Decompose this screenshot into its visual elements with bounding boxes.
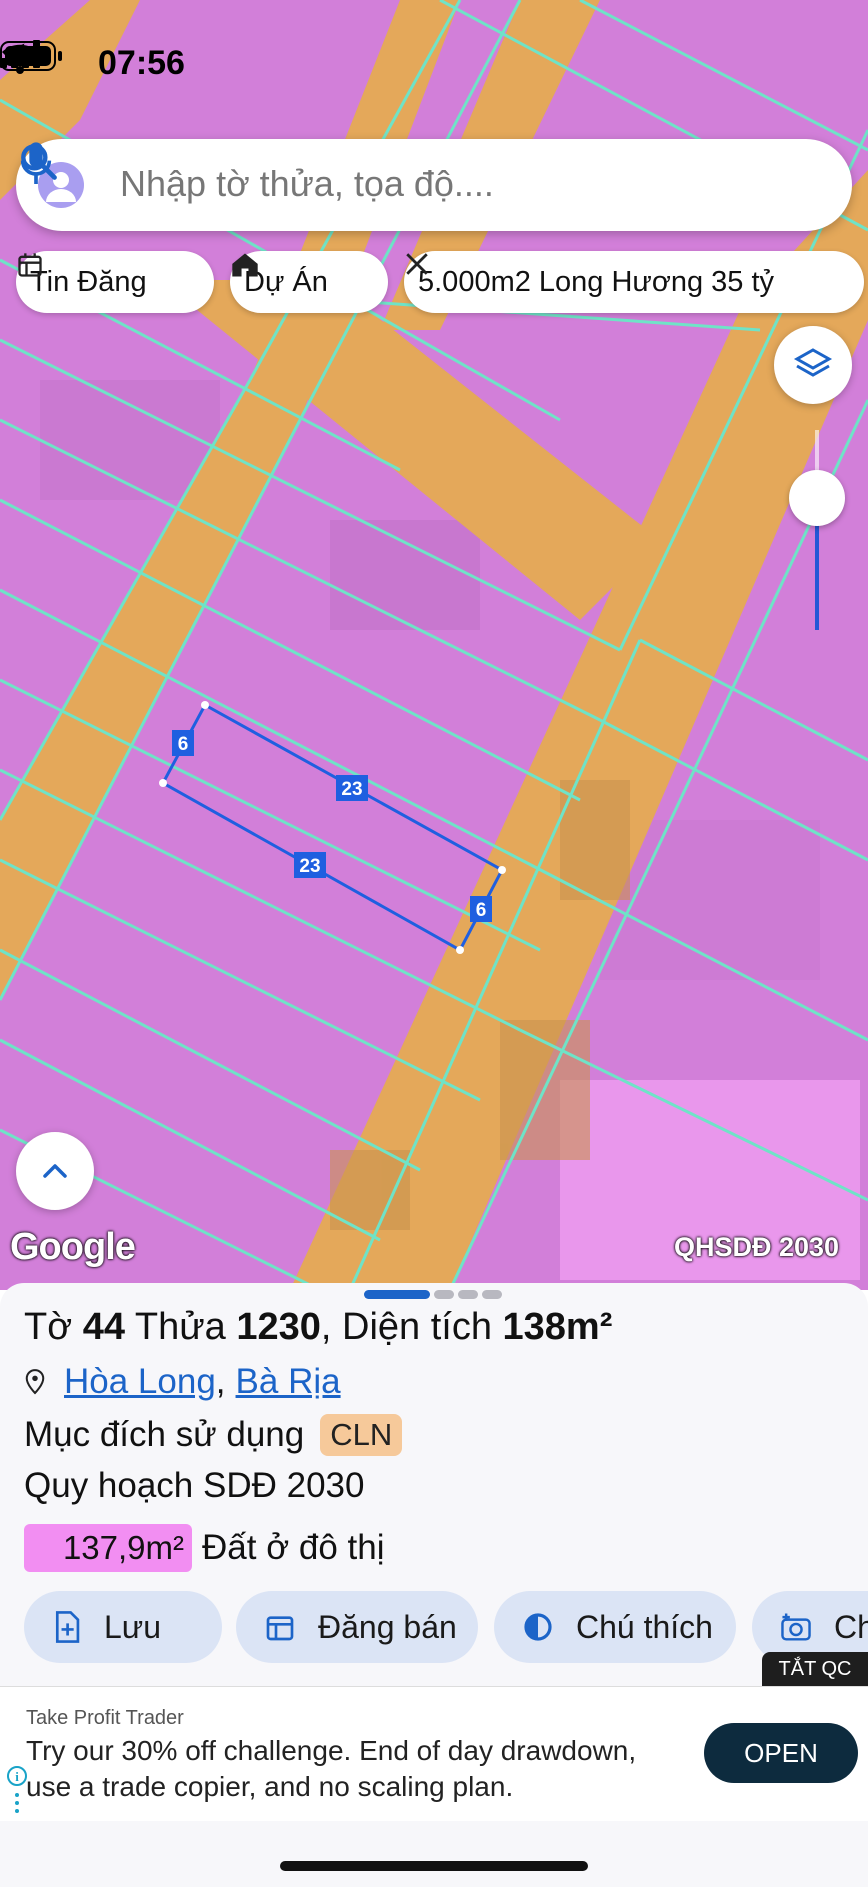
sheet-number: 44	[82, 1306, 125, 1348]
ad-text[interactable]: Try our 30% off challenge. End of day dr…	[26, 1733, 686, 1805]
house-icon	[232, 253, 258, 277]
ad-info-icon[interactable]: i	[6, 1765, 28, 1815]
parcel-left-dimension: 6	[178, 734, 189, 755]
plan-area-badge: 137,9m²	[24, 1524, 192, 1572]
save-doc-icon	[55, 1611, 80, 1643]
battery-icon	[0, 41, 62, 71]
sheet-page-indicator[interactable]	[482, 1290, 502, 1299]
sheet-page-indicator[interactable]	[458, 1290, 478, 1299]
chip-listing[interactable]: 5.000m2 Long Hương 35 tỷ	[404, 251, 864, 313]
ruler-icon	[406, 253, 428, 275]
post-sale-button[interactable]: Đăng bán	[236, 1591, 478, 1663]
parcel-top-dimension: 23	[341, 779, 362, 800]
layers-button[interactable]	[774, 326, 852, 404]
status-bar: 07:56	[0, 40, 868, 90]
contrast-icon	[524, 1613, 552, 1641]
save-label: Lưu	[104, 1608, 162, 1645]
parcel-location: Hòa Long , Bà Rịa	[24, 1362, 341, 1402]
parcel-right-dimension: 6	[476, 900, 487, 921]
purpose-label: Mục đích sử dụng	[24, 1415, 305, 1454]
sheet-label: Tờ	[24, 1306, 73, 1348]
chip-du-an[interactable]: Dự Án	[230, 251, 388, 313]
calendar-icon	[18, 253, 42, 277]
sheet-page-indicator-active[interactable]	[364, 1290, 430, 1299]
comma-separator: ,	[215, 1362, 226, 1401]
ad-open-button[interactable]: OPEN	[704, 1723, 858, 1783]
parcel-label: Thửa	[134, 1306, 226, 1348]
layers-icon	[793, 348, 833, 377]
parcel-area: 138m²	[502, 1306, 613, 1348]
parcel-bottom-dimension: 23	[299, 856, 320, 877]
camera-label: Ch	[834, 1608, 868, 1645]
microphone-icon[interactable]	[16, 139, 56, 189]
parcel-number: 1230	[236, 1306, 321, 1348]
chevron-up-icon	[43, 1164, 67, 1178]
post-sale-label: Đăng bán	[318, 1608, 457, 1645]
sheet-page-indicator[interactable]	[434, 1290, 454, 1299]
search-input[interactable]: Nhập tờ thửa, tọa độ....	[120, 163, 494, 205]
ad-banner[interactable]: Take Profit Trader Try our 30% off chall…	[0, 1686, 868, 1821]
map-layer-label: QHSDĐ 2030	[674, 1232, 840, 1262]
home-indicator[interactable]	[280, 1861, 588, 1871]
google-logo: Google	[10, 1226, 136, 1268]
expand-sheet-button[interactable]	[16, 1132, 94, 1210]
legend-button[interactable]: Chú thích	[494, 1591, 736, 1663]
chip-label: 5.000m2 Long Hương 35 tỷ	[418, 265, 775, 298]
plan-use-label: Đất ở đô thị	[202, 1528, 385, 1567]
legend-label: Chú thích	[576, 1608, 713, 1645]
chip-label: Tin Đăng	[30, 265, 147, 298]
city-link[interactable]: Bà Rịa	[236, 1362, 341, 1402]
status-time: 07:56	[98, 44, 185, 82]
ward-link[interactable]: Hòa Long	[64, 1362, 216, 1402]
calendar-icon	[266, 1616, 294, 1641]
opacity-slider-knob[interactable]	[789, 470, 845, 526]
camera-icon	[781, 1613, 811, 1641]
parcel-title: Tờ 44 Thửa 1230, Diện tích 138m²	[24, 1306, 612, 1349]
search-bar[interactable]: Nhập tờ thửa, tọa độ....	[16, 139, 852, 231]
plan-title: Quy hoạch SDĐ 2030	[24, 1466, 365, 1505]
svg-text:i: i	[15, 1769, 19, 1784]
land-use-purpose: Mục đích sử dụng CLN	[24, 1414, 403, 1456]
ad-advertiser: Take Profit Trader	[26, 1707, 184, 1729]
map-pin-icon	[25, 1369, 45, 1395]
chip-tin-dang[interactable]: Tin Đăng	[16, 251, 214, 313]
plan-area-row: 137,9m² Đất ở đô thị	[24, 1524, 385, 1572]
purpose-code-badge: CLN	[320, 1414, 403, 1456]
area-label: , Diện tích	[320, 1306, 492, 1348]
close-ad-button[interactable]: TẮT QC	[762, 1652, 868, 1686]
map-view[interactable]: 23 23 6 6 07:56 Nhập tờ thửa, tọa độ....…	[0, 0, 868, 1290]
save-button[interactable]: Lưu	[24, 1591, 222, 1663]
